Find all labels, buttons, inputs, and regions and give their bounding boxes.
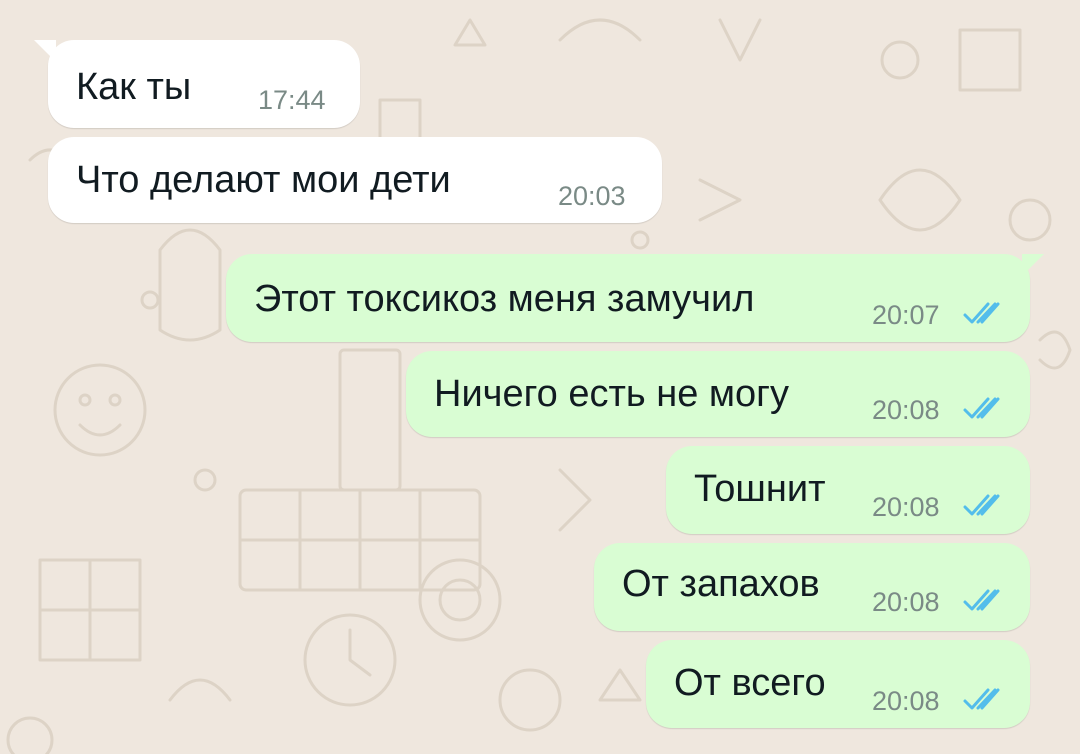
message-bubble-outgoing[interactable]: От запахов 20:08	[594, 543, 1030, 631]
message-bubble-incoming[interactable]: Что делают мои дети 20:03	[48, 137, 662, 223]
bubble-tail	[34, 40, 56, 62]
message-time: 20:08	[872, 395, 940, 425]
message-time: 20:03	[558, 181, 626, 211]
message-text: Как ты	[76, 66, 192, 108]
message-text: От запахов	[622, 563, 820, 605]
message-time: 20:08	[872, 587, 940, 617]
double-check-icon	[963, 397, 1000, 419]
message-time: 17:44	[258, 85, 326, 115]
message-time: 20:07	[872, 300, 940, 330]
message-text: Этот токсикоз меня замучил	[254, 278, 755, 320]
message-text: Тошнит	[694, 468, 826, 510]
double-check-icon	[963, 688, 1000, 710]
message-time: 20:08	[872, 686, 940, 716]
message-bubble-outgoing[interactable]: Ничего есть не могу 20:08	[406, 351, 1030, 437]
message-text: Ничего есть не могу	[434, 373, 790, 415]
message-bubble-incoming[interactable]: Как ты 17:44	[34, 40, 360, 128]
message-bubble-outgoing[interactable]: Тошнит 20:08	[666, 446, 1030, 534]
message-time: 20:08	[872, 492, 940, 522]
double-check-icon	[963, 302, 1000, 324]
message-bubble-outgoing[interactable]: От всего 20:08	[646, 640, 1030, 728]
bubble-tail	[1022, 254, 1044, 276]
double-check-icon	[963, 494, 1000, 516]
message-text: От всего	[674, 662, 826, 704]
message-bubble-outgoing[interactable]: Этот токсикоз меня замучил 20:07	[226, 254, 1044, 342]
double-check-icon	[963, 589, 1000, 611]
message-text: Что делают мои дети	[76, 159, 451, 201]
